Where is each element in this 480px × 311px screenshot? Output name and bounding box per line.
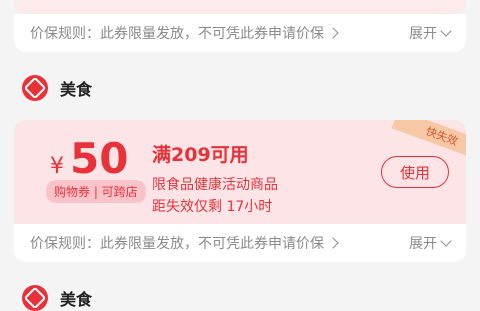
section-header-food-next: 美食 xyxy=(22,285,92,311)
coupon-ticket-icon xyxy=(22,75,48,101)
previous-price-protection-rule[interactable]: 价保规则： 此券限量发放，不可凭此券申请价保 展开 xyxy=(14,14,466,52)
coupon-card: 快失效 ¥ 50 购物券 | 可跨店 满209可用 限食品健康活动商品 距失效仅… xyxy=(14,120,466,224)
price-protection-rule[interactable]: 价保规则： 此券限量发放，不可凭此券申请价保 展开 xyxy=(14,224,466,262)
amount-value: 50 xyxy=(70,134,129,183)
chevron-down-icon xyxy=(440,24,452,37)
previous-coupon-card xyxy=(14,0,466,14)
section-title: 美食 xyxy=(60,80,93,99)
currency-symbol: ¥ xyxy=(50,154,64,179)
expiry-countdown: 距失效仅剩 17小时 xyxy=(152,199,273,215)
rule-label: 价保规则： xyxy=(30,26,100,42)
rule-text: 价保规则： 此券限量发放，不可凭此券申请价保 xyxy=(30,233,339,253)
chevron-right-icon xyxy=(327,27,339,39)
use-coupon-button[interactable]: 使用 xyxy=(381,156,449,188)
coupon-ticket-icon xyxy=(22,285,48,311)
expand-label: 展开 xyxy=(409,236,437,252)
chevron-right-icon xyxy=(327,237,339,249)
rule-text: 价保规则： 此券限量发放，不可凭此券申请价保 xyxy=(30,23,339,43)
chevron-down-icon xyxy=(440,234,452,247)
section-title: 美食 xyxy=(60,290,93,309)
expand-button[interactable]: 展开 xyxy=(409,233,452,253)
coupon-scope: 限食品健康活动商品 xyxy=(152,177,278,193)
coupon-type-tag: 购物券 | 可跨店 xyxy=(46,180,146,203)
rule-label: 价保规则： xyxy=(30,236,100,252)
usage-threshold: 满209可用 xyxy=(152,144,249,166)
coupon-amount: ¥ 50 xyxy=(50,134,128,183)
rule-content: 此券限量发放，不可凭此券申请价保 xyxy=(100,236,324,252)
expand-label: 展开 xyxy=(409,26,437,42)
expand-button[interactable]: 展开 xyxy=(409,23,452,43)
rule-content: 此券限量发放，不可凭此券申请价保 xyxy=(100,26,324,42)
section-header-food: 美食 xyxy=(22,75,92,101)
